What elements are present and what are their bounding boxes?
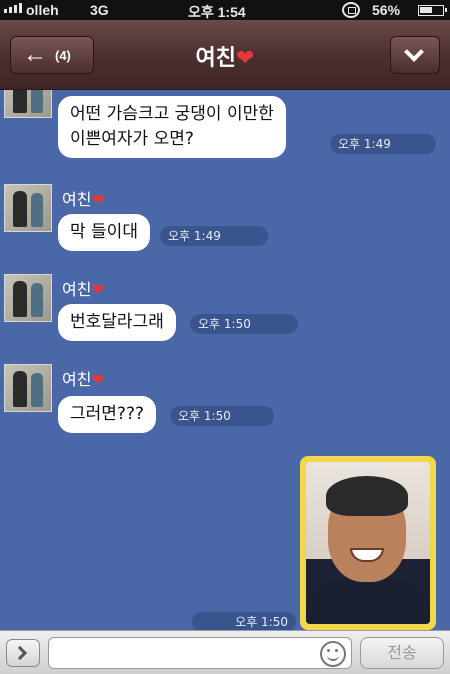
- chat-title: 여친❤: [0, 40, 450, 72]
- message-bubble: 어떤 가슴크고 궁댕이 이만한 이쁜여자가 오면?: [58, 96, 286, 158]
- message-time: 오후 1:50: [170, 406, 274, 426]
- chat-header: ← (4) 여친❤: [0, 20, 450, 90]
- contact-avatar[interactable]: [4, 184, 52, 232]
- sender-name: 여친❤: [62, 186, 105, 210]
- sent-photo[interactable]: [300, 456, 436, 630]
- status-time: 오후 1:54: [188, 4, 246, 20]
- battery-percent: 56%: [372, 2, 401, 18]
- message-bubble: 그러면???: [58, 396, 156, 433]
- chevron-right-icon: [12, 645, 28, 661]
- chat-title-text: 여친: [195, 46, 237, 71]
- sender-name: 여친❤: [62, 276, 105, 300]
- heart-icon: ❤: [91, 370, 105, 389]
- heart-icon: ❤: [91, 190, 105, 209]
- contact-avatar[interactable]: [4, 90, 52, 118]
- message-time: 오후 1:49: [330, 134, 436, 154]
- chat-area[interactable]: 어떤 가슴크고 궁댕이 이만한 이쁜여자가 오면? 오후 1:49 여친❤ 막 …: [0, 90, 450, 630]
- input-bar: 전송: [0, 630, 450, 674]
- network-type: 3G: [90, 2, 109, 18]
- emoticon-icon[interactable]: [320, 641, 346, 667]
- carrier-name: olleh: [26, 2, 59, 18]
- chevron-down-icon: [404, 42, 424, 62]
- sender-name-text: 여친: [62, 280, 92, 299]
- contact-avatar[interactable]: [4, 274, 52, 322]
- menu-button[interactable]: [390, 36, 440, 74]
- sender-name-text: 여친: [62, 370, 92, 389]
- contact-avatar[interactable]: [4, 364, 52, 412]
- rotation-lock-icon: [342, 2, 360, 18]
- sender-name-text: 여친: [62, 190, 92, 209]
- message-time: 오후 1:49: [160, 226, 268, 246]
- attach-button[interactable]: [6, 639, 40, 667]
- message-input[interactable]: [48, 637, 352, 669]
- heart-icon: ❤: [236, 46, 255, 71]
- battery-icon: [418, 5, 447, 16]
- send-button[interactable]: 전송: [360, 637, 444, 669]
- message-bubble: 막 들이대: [58, 214, 150, 251]
- heart-icon: ❤: [91, 280, 105, 299]
- photo-image: [306, 462, 430, 624]
- signal-icon: [4, 3, 22, 13]
- status-bar: olleh 3G 오후 1:54 56%: [0, 0, 450, 20]
- message-time: 오후 1:50: [192, 612, 296, 630]
- sender-name: 여친❤: [62, 366, 105, 390]
- message-bubble: 번호달라그래: [58, 304, 176, 341]
- message-time: 오후 1:50: [190, 314, 298, 334]
